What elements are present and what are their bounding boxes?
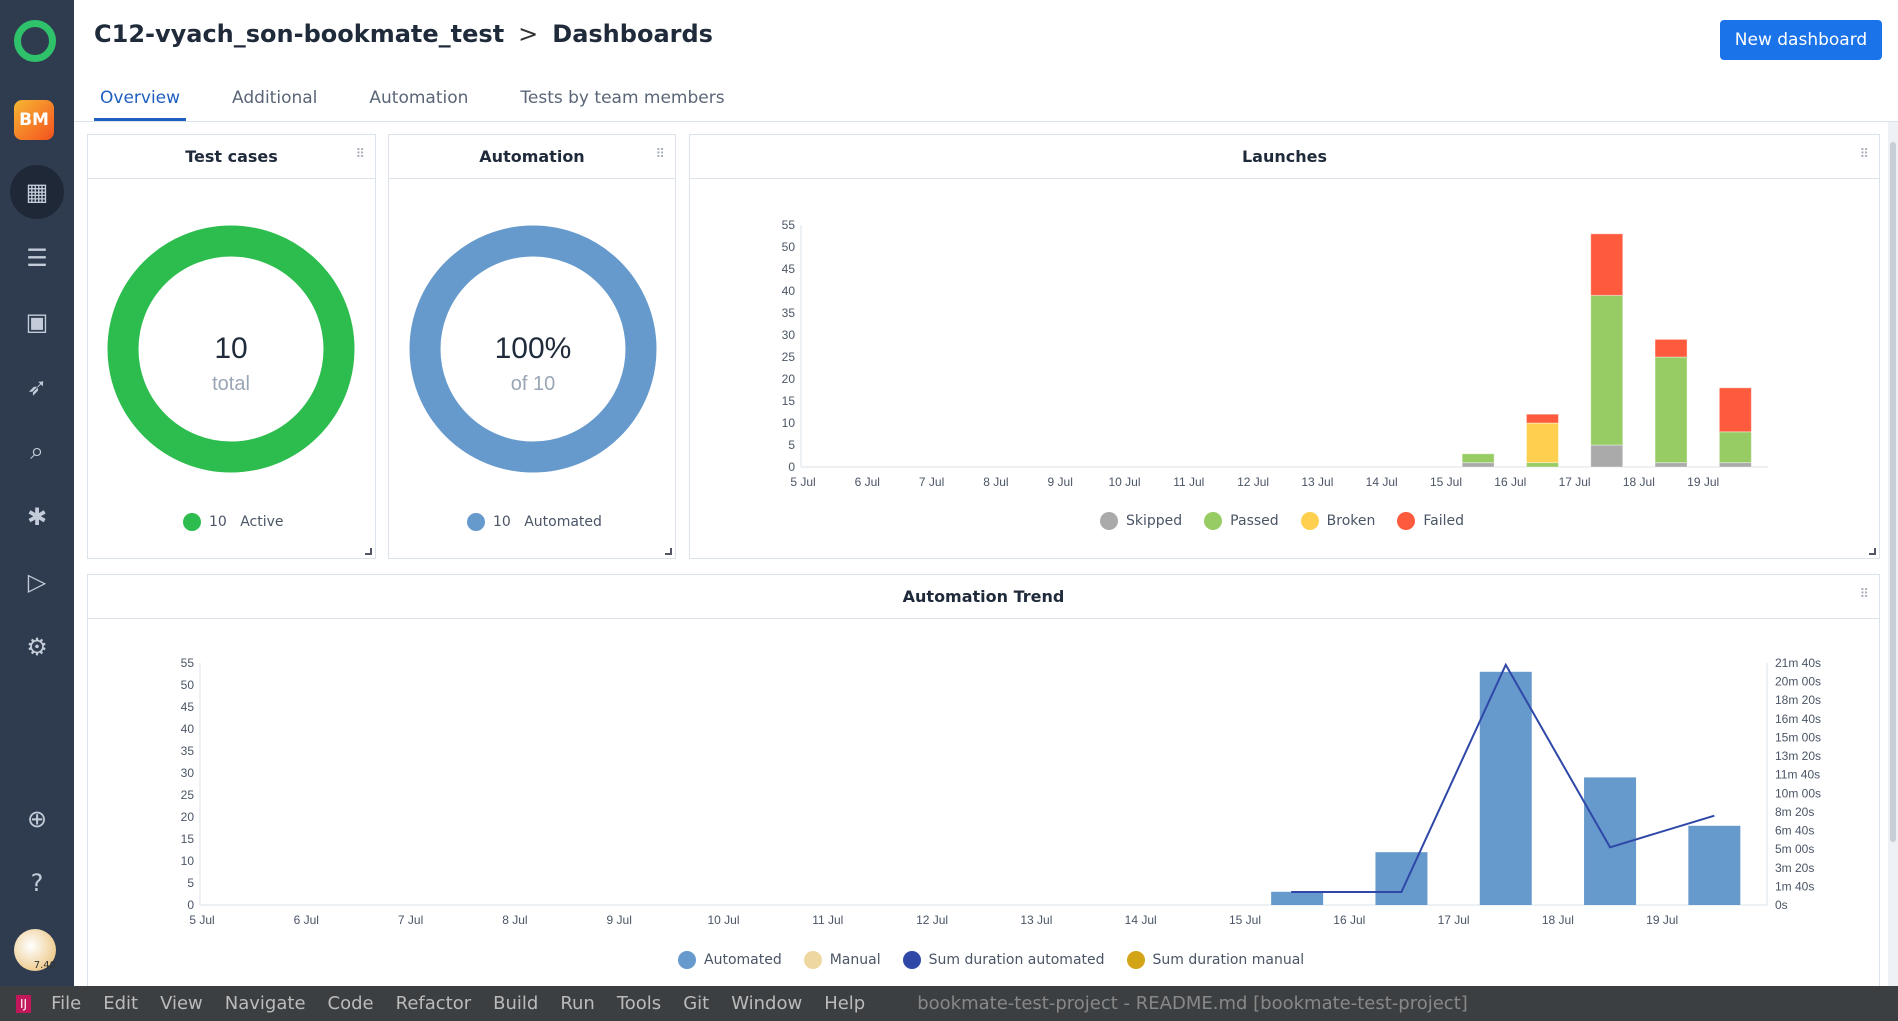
legend-label: Passed <box>1230 513 1279 529</box>
project-badge[interactable]: BM <box>14 100 54 140</box>
page-scrollbar[interactable] <box>1888 122 1898 986</box>
avatar[interactable]: 7.40 <box>14 929 56 971</box>
test-cases-icon[interactable]: ☰ <box>10 231 64 285</box>
legend-label: Failed <box>1423 513 1465 529</box>
breadcrumb-separator: > <box>518 20 539 48</box>
breadcrumb: C12-vyach_son-bookmate_test > Dashboards <box>94 20 713 48</box>
drag-handle-icon[interactable]: ⠿ <box>655 147 665 162</box>
ide-menu-tools[interactable]: Tools <box>617 993 661 1014</box>
legend-item-active[interactable]: 10 Active <box>183 513 284 531</box>
help-icon[interactable]: ? <box>10 856 64 910</box>
legend-label: Automated <box>704 952 782 968</box>
drag-handle-icon[interactable]: ⠿ <box>355 147 365 162</box>
legend-dot <box>678 951 696 969</box>
tab-automation[interactable]: Automation <box>363 86 474 121</box>
ide-menu-run[interactable]: Run <box>560 993 595 1014</box>
legend-dot <box>1300 512 1319 530</box>
ide-menubar: IJ File Edit View Navigate Code Refactor Build… <box>0 986 1898 1021</box>
ide-menu-refactor[interactable]: Refactor <box>396 993 472 1014</box>
legend-label: Manual <box>829 952 881 968</box>
donut-sub: of 10 <box>511 373 555 395</box>
widget-title: Test cases <box>88 135 375 179</box>
legend: 10 Active <box>183 513 284 531</box>
test-cases-donut: 10 total <box>107 225 355 473</box>
legend-item-automated[interactable]: 10 Automated <box>467 513 602 531</box>
allure-logo[interactable] <box>14 20 56 62</box>
drag-handle-icon[interactable]: ⠿ <box>1859 147 1869 162</box>
legend-item[interactable]: Skipped <box>1100 512 1182 530</box>
ide-window-title: bookmate-test-project - README.md [bookm… <box>917 993 1468 1014</box>
resize-handle[interactable] <box>365 548 372 555</box>
add-icon[interactable]: ⊕ <box>10 792 64 846</box>
tab-tests-by-team-members[interactable]: Tests by team members <box>514 86 730 121</box>
legend-dot <box>1126 951 1145 969</box>
legend-count: 10 <box>209 514 227 530</box>
ide-menu-window[interactable]: Window <box>731 993 802 1014</box>
widget-title: Automation Trend <box>88 575 1879 619</box>
legend-dot <box>183 513 201 531</box>
drag-handle-icon[interactable]: ⠿ <box>1859 587 1869 602</box>
test-cases-widget: Test cases ⠿ 10 total 10 Active <box>87 134 376 559</box>
legend-dot <box>803 951 822 969</box>
new-dashboard-button[interactable]: New dashboard <box>1720 20 1882 60</box>
widget-title: Launches <box>690 135 1879 179</box>
legend-dot <box>902 951 921 969</box>
ide-menu-code[interactable]: Code <box>328 993 374 1014</box>
legend-item[interactable]: Broken <box>1300 512 1376 530</box>
legend-label: Sum duration automated <box>928 952 1105 968</box>
page-title: Dashboards <box>552 20 713 48</box>
donut-value: 10 <box>214 332 247 365</box>
legend-item[interactable]: Sum duration automated <box>902 951 1105 969</box>
ide-menu-navigate[interactable]: Navigate <box>225 993 306 1014</box>
dashboards-icon[interactable]: ▦ <box>10 165 64 219</box>
ide-menu-build[interactable]: Build <box>493 993 538 1014</box>
legend-item[interactable]: Manual <box>803 951 881 969</box>
ide-menu-file[interactable]: File <box>51 993 81 1014</box>
launches-legend: Skipped Passed Broken Failed <box>1100 512 1464 530</box>
legend: 10 Automated <box>467 513 602 531</box>
donut-sub: total <box>212 373 250 395</box>
legend-dot <box>1100 512 1118 530</box>
intellij-icon: IJ <box>16 994 32 1013</box>
tab-additional[interactable]: Additional <box>226 86 323 121</box>
ide-menu-edit[interactable]: Edit <box>103 993 138 1014</box>
ide-menu-git[interactable]: Git <box>683 993 709 1014</box>
test-plans-icon[interactable]: ▣ <box>10 295 64 349</box>
legend-label: Sum duration manual <box>1152 952 1305 968</box>
legend-label: Broken <box>1326 513 1376 529</box>
legend-dot <box>1204 512 1223 530</box>
legend-item[interactable]: Sum duration manual <box>1126 951 1305 969</box>
automation-widget: Automation ⠿ 100% of 10 10 Automated <box>388 134 676 559</box>
resize-handle[interactable] <box>665 548 672 555</box>
tabs: Overview Additional Automation Tests by … <box>94 86 731 121</box>
launches-widget: Launches ⠿ Skipped Passed Broken Failed <box>689 134 1880 559</box>
launches-icon[interactable]: ➶ <box>10 360 64 414</box>
resize-handle[interactable] <box>1869 548 1876 555</box>
legend-count: 10 <box>493 514 511 530</box>
settings-icon[interactable]: ⚙ <box>10 620 64 674</box>
ide-menu-help[interactable]: Help <box>824 993 865 1014</box>
tab-overview[interactable]: Overview <box>94 86 187 121</box>
legend-label: Skipped <box>1126 513 1183 529</box>
sidebar: BM ▦ ☰ ▣ ➶ ⌕ ✱ ▷ ⚙ ⊕ ? 7.40 <box>0 0 74 986</box>
automation-trend-widget: Automation Trend ⠿ Automated Manual Sum du… <box>87 574 1880 994</box>
legend-label: Active <box>240 514 284 530</box>
automation-donut: 100% of 10 <box>409 225 657 473</box>
breadcrumb-project[interactable]: C12-vyach_son-bookmate_test <box>94 20 504 48</box>
legend-item[interactable]: Passed <box>1204 512 1279 530</box>
analytics-icon[interactable]: ⌕ <box>10 424 64 478</box>
widget-title: Automation <box>389 135 675 179</box>
donut-value: 100% <box>495 332 572 365</box>
legend-dot <box>1397 512 1416 530</box>
defects-icon[interactable]: ✱ <box>10 490 64 544</box>
legend-item[interactable]: Automated <box>678 951 782 969</box>
ide-menu-view[interactable]: View <box>160 993 203 1014</box>
legend-dot <box>467 513 485 531</box>
legend-item[interactable]: Failed <box>1397 512 1464 530</box>
header: C12-vyach_son-bookmate_test > Dashboards… <box>74 0 1898 122</box>
jobs-icon[interactable]: ▷ <box>10 555 64 609</box>
legend-label: Automated <box>524 514 602 530</box>
trend-legend: Automated Manual Sum duration automated Sum… <box>678 951 1304 969</box>
